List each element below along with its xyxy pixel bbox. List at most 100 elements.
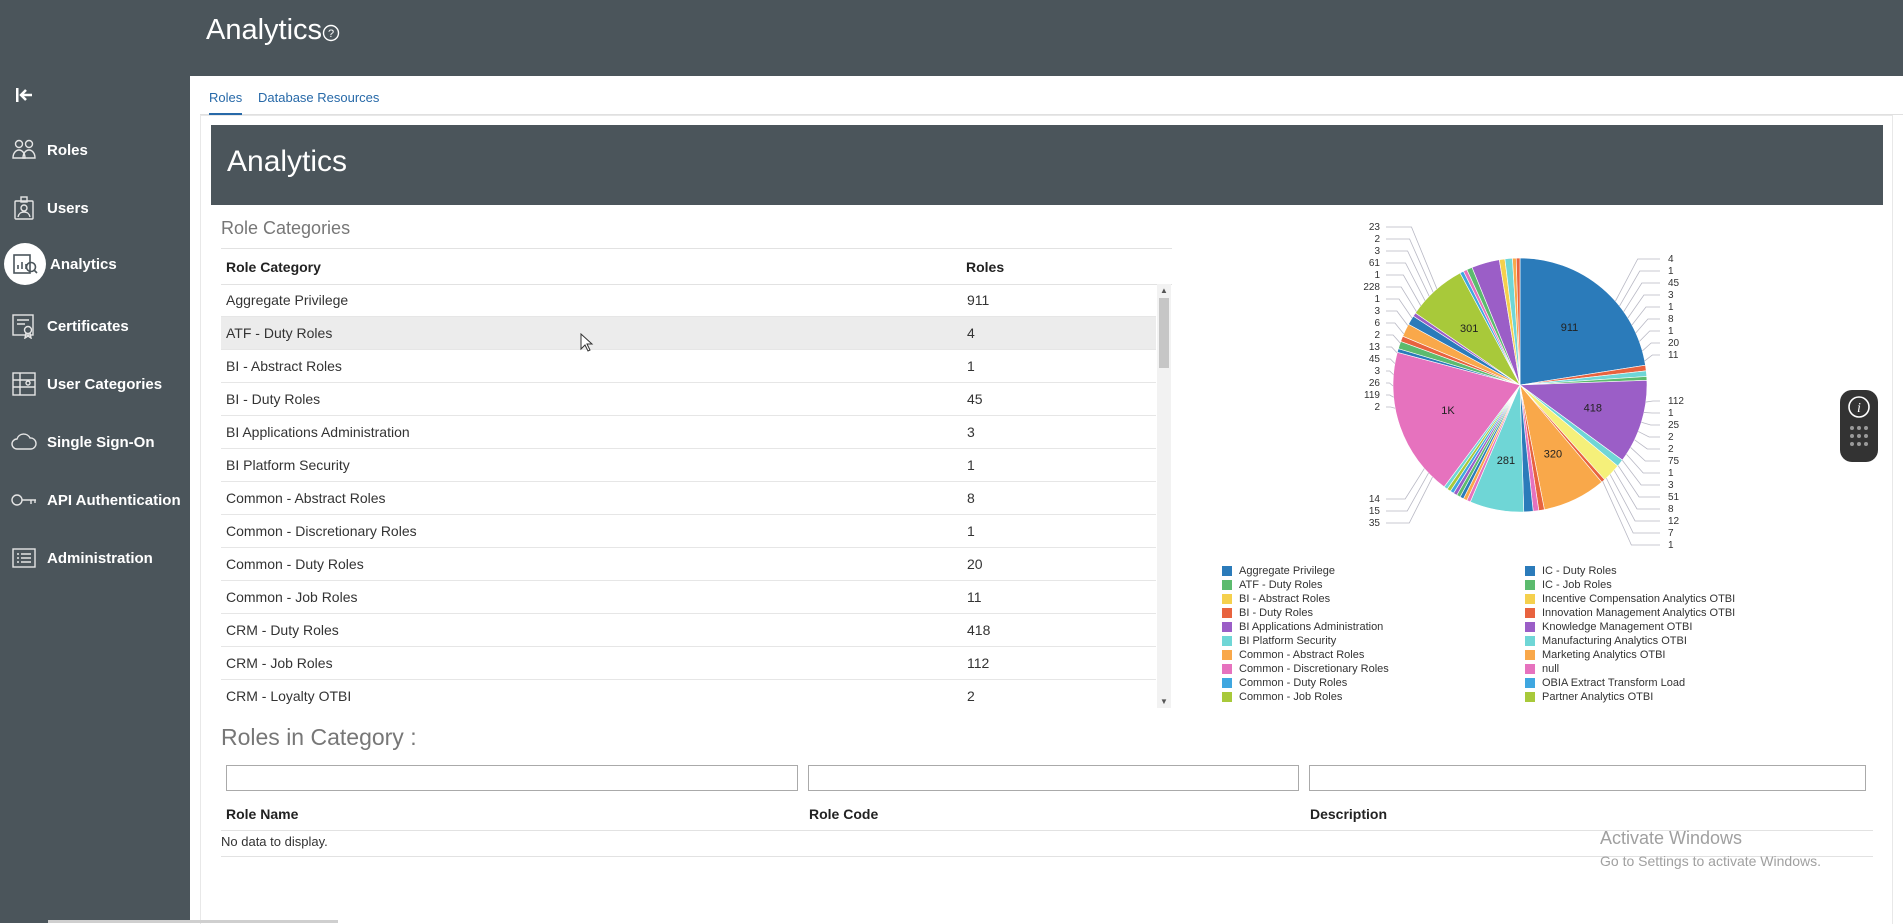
sidebar-item-certificates[interactable]: Certificates: [0, 306, 190, 346]
table-row[interactable]: CRM - Loyalty OTBI 2: [221, 680, 1156, 708]
callout-label: 228: [1363, 282, 1380, 293]
table-row[interactable]: BI Platform Security 1: [221, 449, 1156, 482]
legend-swatch: [1525, 678, 1535, 688]
legend-label: null: [1542, 663, 1560, 675]
legend-item[interactable]: Aggregate Privilege: [1222, 564, 1389, 578]
legend-swatch: [1525, 566, 1535, 576]
description-filter-input[interactable]: [1309, 765, 1866, 791]
callout-label: 25: [1668, 420, 1680, 431]
table-row[interactable]: ATF - Duty Roles 4: [221, 317, 1156, 350]
legend-label: Partner Analytics OTBI: [1542, 691, 1654, 703]
legend-item[interactable]: Knowledge Management OTBI: [1525, 620, 1735, 634]
legend-item[interactable]: IC - Duty Roles: [1525, 564, 1735, 578]
callout-line: [1602, 481, 1660, 546]
tab-database-resources[interactable]: Database Resources: [258, 90, 379, 113]
legend-item[interactable]: null: [1525, 662, 1735, 676]
cell-roles: 20: [967, 556, 983, 572]
callout-line: [1627, 294, 1660, 319]
callout-label: 7: [1668, 528, 1674, 539]
table-row[interactable]: Common - Job Roles 11: [221, 581, 1156, 614]
tab-roles[interactable]: Roles: [209, 90, 243, 115]
legend-label: Manufacturing Analytics OTBI: [1542, 635, 1687, 647]
sidebar-item-single-sign-on[interactable]: Single Sign-On: [0, 422, 190, 462]
legend-item[interactable]: Manufacturing Analytics OTBI: [1525, 634, 1735, 648]
sidebar-item-user-categories[interactable]: User Categories: [0, 364, 190, 404]
cloud-icon: [9, 427, 39, 457]
mouse-cursor-icon: [580, 333, 594, 352]
legend-item[interactable]: Common - Duty Roles: [1222, 676, 1389, 690]
table-scrollbar[interactable]: ▲ ▼: [1157, 284, 1171, 708]
callout-label: 2: [1668, 444, 1674, 455]
legend-label: BI - Abstract Roles: [1239, 593, 1331, 605]
table-row[interactable]: Common - Duty Roles 20: [221, 548, 1156, 581]
legend-label: Incentive Compensation Analytics OTBI: [1542, 593, 1736, 605]
sidebar-item-label: Roles: [47, 141, 88, 159]
callout-label: 1: [1668, 468, 1674, 479]
legend-item[interactable]: Common - Job Roles: [1222, 690, 1389, 704]
legend-item[interactable]: Marketing Analytics OTBI: [1525, 648, 1735, 662]
pie-slice[interactable]: [1519, 257, 1646, 386]
callout-label: 3: [1374, 366, 1380, 377]
legend-item[interactable]: BI Applications Administration: [1222, 620, 1389, 634]
col-roles[interactable]: Roles: [966, 259, 1004, 275]
legend-item[interactable]: Partner Analytics OTBI: [1525, 690, 1735, 704]
role-code-filter-input[interactable]: [808, 765, 1299, 791]
table-row[interactable]: CRM - Duty Roles 418: [221, 614, 1156, 647]
cell-category: Aggregate Privilege: [226, 292, 349, 308]
legend-item[interactable]: Innovation Management Analytics OTBI: [1525, 606, 1735, 620]
sidebar-item-analytics[interactable]: Analytics: [0, 243, 190, 285]
table-row[interactable]: BI - Duty Roles 45: [221, 383, 1156, 416]
sidebar-item-roles[interactable]: Roles: [0, 130, 190, 170]
col-role-name[interactable]: Role Name: [226, 806, 298, 822]
table-row[interactable]: CRM - Job Roles 112: [221, 647, 1156, 680]
sidebar-item-users[interactable]: Users: [0, 188, 190, 228]
legend-label: BI Applications Administration: [1239, 621, 1384, 633]
cell-roles: 1: [967, 457, 975, 473]
callout-label: 8: [1668, 314, 1674, 325]
table-row[interactable]: BI Applications Administration 3: [221, 416, 1156, 449]
col-role-code[interactable]: Role Code: [809, 806, 878, 822]
callout-label: 1: [1668, 266, 1674, 277]
callout-label: 1: [1374, 270, 1380, 281]
info-panel-button[interactable]: i: [1840, 390, 1878, 462]
collapse-left-icon[interactable]: [14, 85, 38, 107]
callout-label: 2: [1374, 330, 1380, 341]
scrollbar-thumb[interactable]: [1159, 298, 1169, 368]
table-row[interactable]: Aggregate Privilege 911: [221, 284, 1156, 317]
legend-item[interactable]: BI Platform Security: [1222, 634, 1389, 648]
callout-line: [1386, 472, 1429, 512]
callout-line: [1386, 346, 1398, 354]
legend-item[interactable]: IC - Job Roles: [1525, 578, 1735, 592]
user-categories-icon: [9, 369, 39, 399]
scroll-down-icon[interactable]: ▼: [1160, 697, 1168, 706]
scroll-up-icon[interactable]: ▲: [1160, 286, 1168, 295]
cell-category: BI Applications Administration: [226, 424, 410, 440]
col-role-category[interactable]: Role Category: [226, 259, 321, 275]
slice-label: 320: [1544, 449, 1562, 461]
sidebar-item-api-authentication[interactable]: API Authentication: [0, 480, 190, 520]
legend-item[interactable]: ATF - Duty Roles: [1222, 578, 1389, 592]
legend-item[interactable]: BI - Duty Roles: [1222, 606, 1389, 620]
legend-item[interactable]: BI - Abstract Roles: [1222, 592, 1389, 606]
callout-line: [1643, 412, 1660, 414]
role-name-filter-input[interactable]: [226, 765, 798, 791]
help-circle-icon[interactable]: ?: [322, 24, 340, 47]
cell-roles: 112: [967, 655, 990, 671]
col-description[interactable]: Description: [1310, 806, 1387, 822]
sidebar-item-administration[interactable]: Administration: [0, 538, 190, 578]
table-row[interactable]: BI - Abstract Roles 1: [221, 350, 1156, 383]
chart-legend: Aggregate Privilege ATF - Duty Roles BI - …: [1222, 564, 1782, 704]
legend-item[interactable]: OBIA Extract Transform Load: [1525, 676, 1735, 690]
table-row[interactable]: Common - Discretionary Roles 1: [221, 515, 1156, 548]
legend-item[interactable]: Incentive Compensation Analytics OTBI: [1525, 592, 1735, 606]
tab-bar: Roles Database Resources: [200, 82, 1903, 115]
legend-item[interactable]: Common - Discretionary Roles: [1222, 662, 1389, 676]
callout-label: 1: [1668, 326, 1674, 337]
table-row[interactable]: Common - Abstract Roles 8: [221, 482, 1156, 515]
cell-category: BI Platform Security: [226, 457, 350, 473]
slice-label: 911: [1561, 322, 1579, 334]
callout-label: 3: [1668, 290, 1674, 301]
callout-label: 3: [1374, 246, 1380, 257]
legend-item[interactable]: Common - Abstract Roles: [1222, 648, 1389, 662]
legend-label: ATF - Duty Roles: [1239, 579, 1323, 591]
